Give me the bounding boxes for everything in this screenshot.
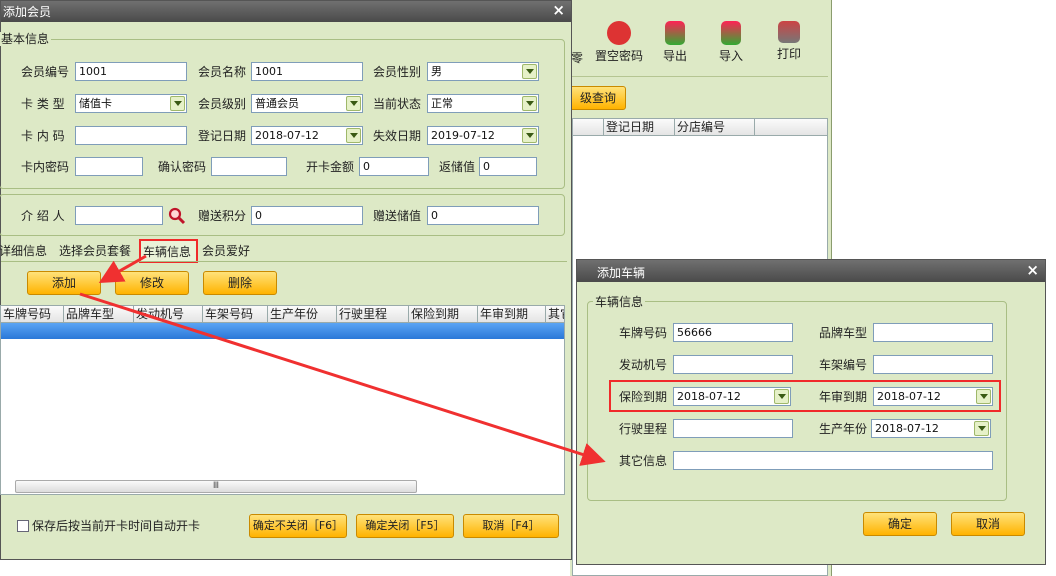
arrow-tab-to-add bbox=[98, 254, 147, 283]
annotation-arrows bbox=[79, 254, 606, 466]
arrow-add-to-dialog bbox=[79, 292, 606, 466]
